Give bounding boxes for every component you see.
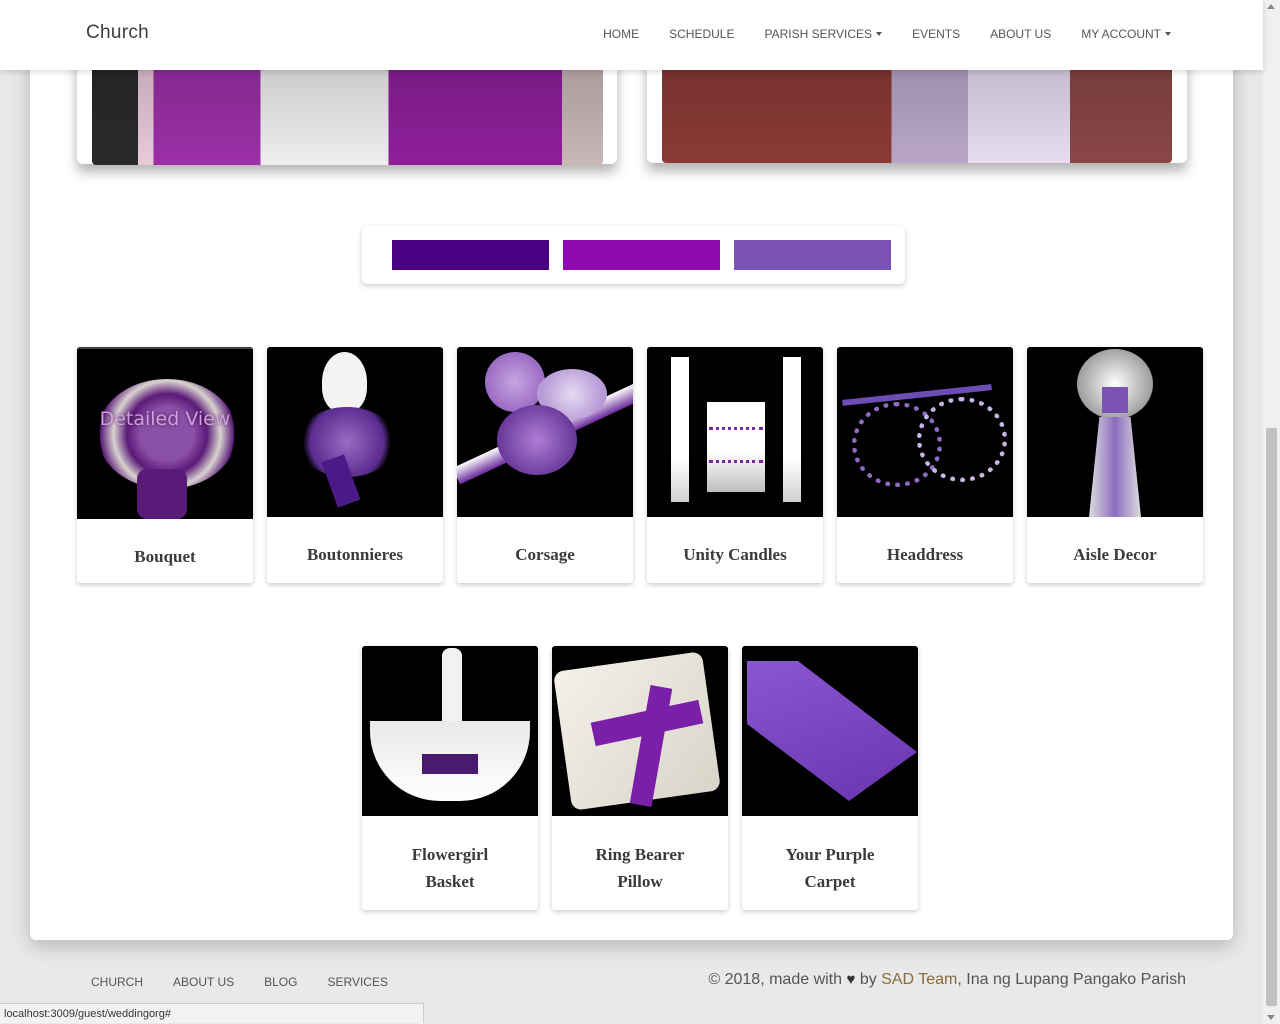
scroll-down-arrow-icon[interactable] (1267, 1015, 1275, 1020)
product-card-purple-carpet[interactable]: Your Purple Carpet (742, 646, 918, 910)
product-title: Bouquet (134, 547, 196, 566)
browser-status-bar: localhost:3009/guest/weddingorg# (0, 1003, 424, 1023)
product-title: Flowergirl Basket (411, 845, 489, 891)
heart-icon: ♥ (846, 971, 856, 988)
footer-link-blog[interactable]: BLOG (264, 975, 297, 989)
copyright-text: © 2018, made with ♥ by SAD Team, Ina ng … (708, 971, 1186, 989)
color-palette (362, 226, 905, 284)
page-scrollbar[interactable] (1263, 0, 1280, 1024)
nav-item-my-account[interactable]: MY ACCOUNT (1081, 27, 1171, 41)
product-title: Boutonnieres (306, 545, 404, 564)
color-swatch (392, 240, 549, 270)
color-swatch (563, 240, 720, 270)
product-card-boutonnieres[interactable]: Boutonnieres (267, 347, 443, 583)
nav-item-events[interactable]: EVENTS (912, 27, 960, 41)
footer-link-church[interactable]: CHURCH (91, 975, 143, 989)
scroll-up-arrow-icon[interactable] (1267, 4, 1275, 9)
team-link[interactable]: SAD Team (881, 971, 957, 988)
color-swatch (734, 240, 891, 270)
nav-menu: HOME SCHEDULE PARISH SERVICES EVENTS ABO… (573, 27, 1171, 41)
nav-label: SCHEDULE (669, 27, 735, 41)
pillow-image (552, 646, 728, 816)
footer-link-about-us[interactable]: ABOUT US (173, 975, 234, 989)
product-title: Ring Bearer Pillow (595, 845, 685, 891)
boutonniere-image (267, 347, 443, 517)
product-title: Aisle Decor (1073, 545, 1157, 564)
copyright-prefix: © 2018, made with (708, 971, 843, 988)
aisle-decor-image (1027, 347, 1203, 517)
product-title: Headdress (886, 545, 964, 564)
basket-image (362, 646, 538, 816)
product-card-aisle-decor[interactable]: Aisle Decor (1027, 347, 1203, 583)
scrollbar-thumb[interactable] (1266, 428, 1277, 1006)
copyright-by: by (859, 971, 877, 988)
corsage-image (457, 347, 633, 517)
nav-label: ABOUT US (990, 27, 1052, 41)
nav-item-parish-services[interactable]: PARISH SERVICES (764, 27, 883, 41)
product-title: Your Purple Carpet (785, 845, 875, 891)
product-card-corsage[interactable]: Corsage (457, 347, 633, 583)
nav-item-about-us[interactable]: ABOUT US (990, 27, 1051, 41)
main-content-card: Detailed View Bouquet Boutonnieres Corsa… (30, 0, 1233, 940)
footer-link-services[interactable]: SERVICES (327, 975, 387, 989)
product-card-unity-candles[interactable]: Unity Candles (647, 347, 823, 583)
nav-item-home[interactable]: HOME (603, 27, 639, 41)
bouquet-image[interactable]: Detailed View (77, 347, 253, 519)
brand-logo[interactable]: Church (86, 22, 149, 44)
caret-down-icon (876, 32, 883, 36)
product-title: Unity Candles (683, 545, 787, 564)
product-card-headdress[interactable]: Headdress (837, 347, 1013, 583)
product-title: Corsage (515, 545, 575, 564)
copyright-suffix: , Ina ng Lupang Pangako Parish (957, 971, 1186, 988)
detailed-view-overlay[interactable]: Detailed View (77, 407, 253, 431)
product-card-bouquet[interactable]: Detailed View Bouquet (77, 347, 253, 583)
caret-down-icon (1165, 32, 1171, 36)
carpet-image (742, 646, 918, 816)
product-card-flowergirl-basket[interactable]: Flowergirl Basket (362, 646, 538, 910)
candles-image (647, 347, 823, 517)
nav-item-schedule[interactable]: SCHEDULE (669, 27, 734, 41)
nav-label: HOME (603, 27, 640, 41)
nav-label: PARISH SERVICES (764, 27, 873, 41)
headdress-image (837, 347, 1013, 517)
product-card-ring-bearer-pillow[interactable]: Ring Bearer Pillow (552, 646, 728, 910)
top-navbar: Church HOME SCHEDULE PARISH SERVICES EVE… (0, 0, 1263, 70)
footer-nav: CHURCH ABOUT US BLOG SERVICES (91, 975, 418, 989)
nav-label: MY ACCOUNT (1081, 27, 1161, 41)
nav-label: EVENTS (912, 27, 961, 41)
